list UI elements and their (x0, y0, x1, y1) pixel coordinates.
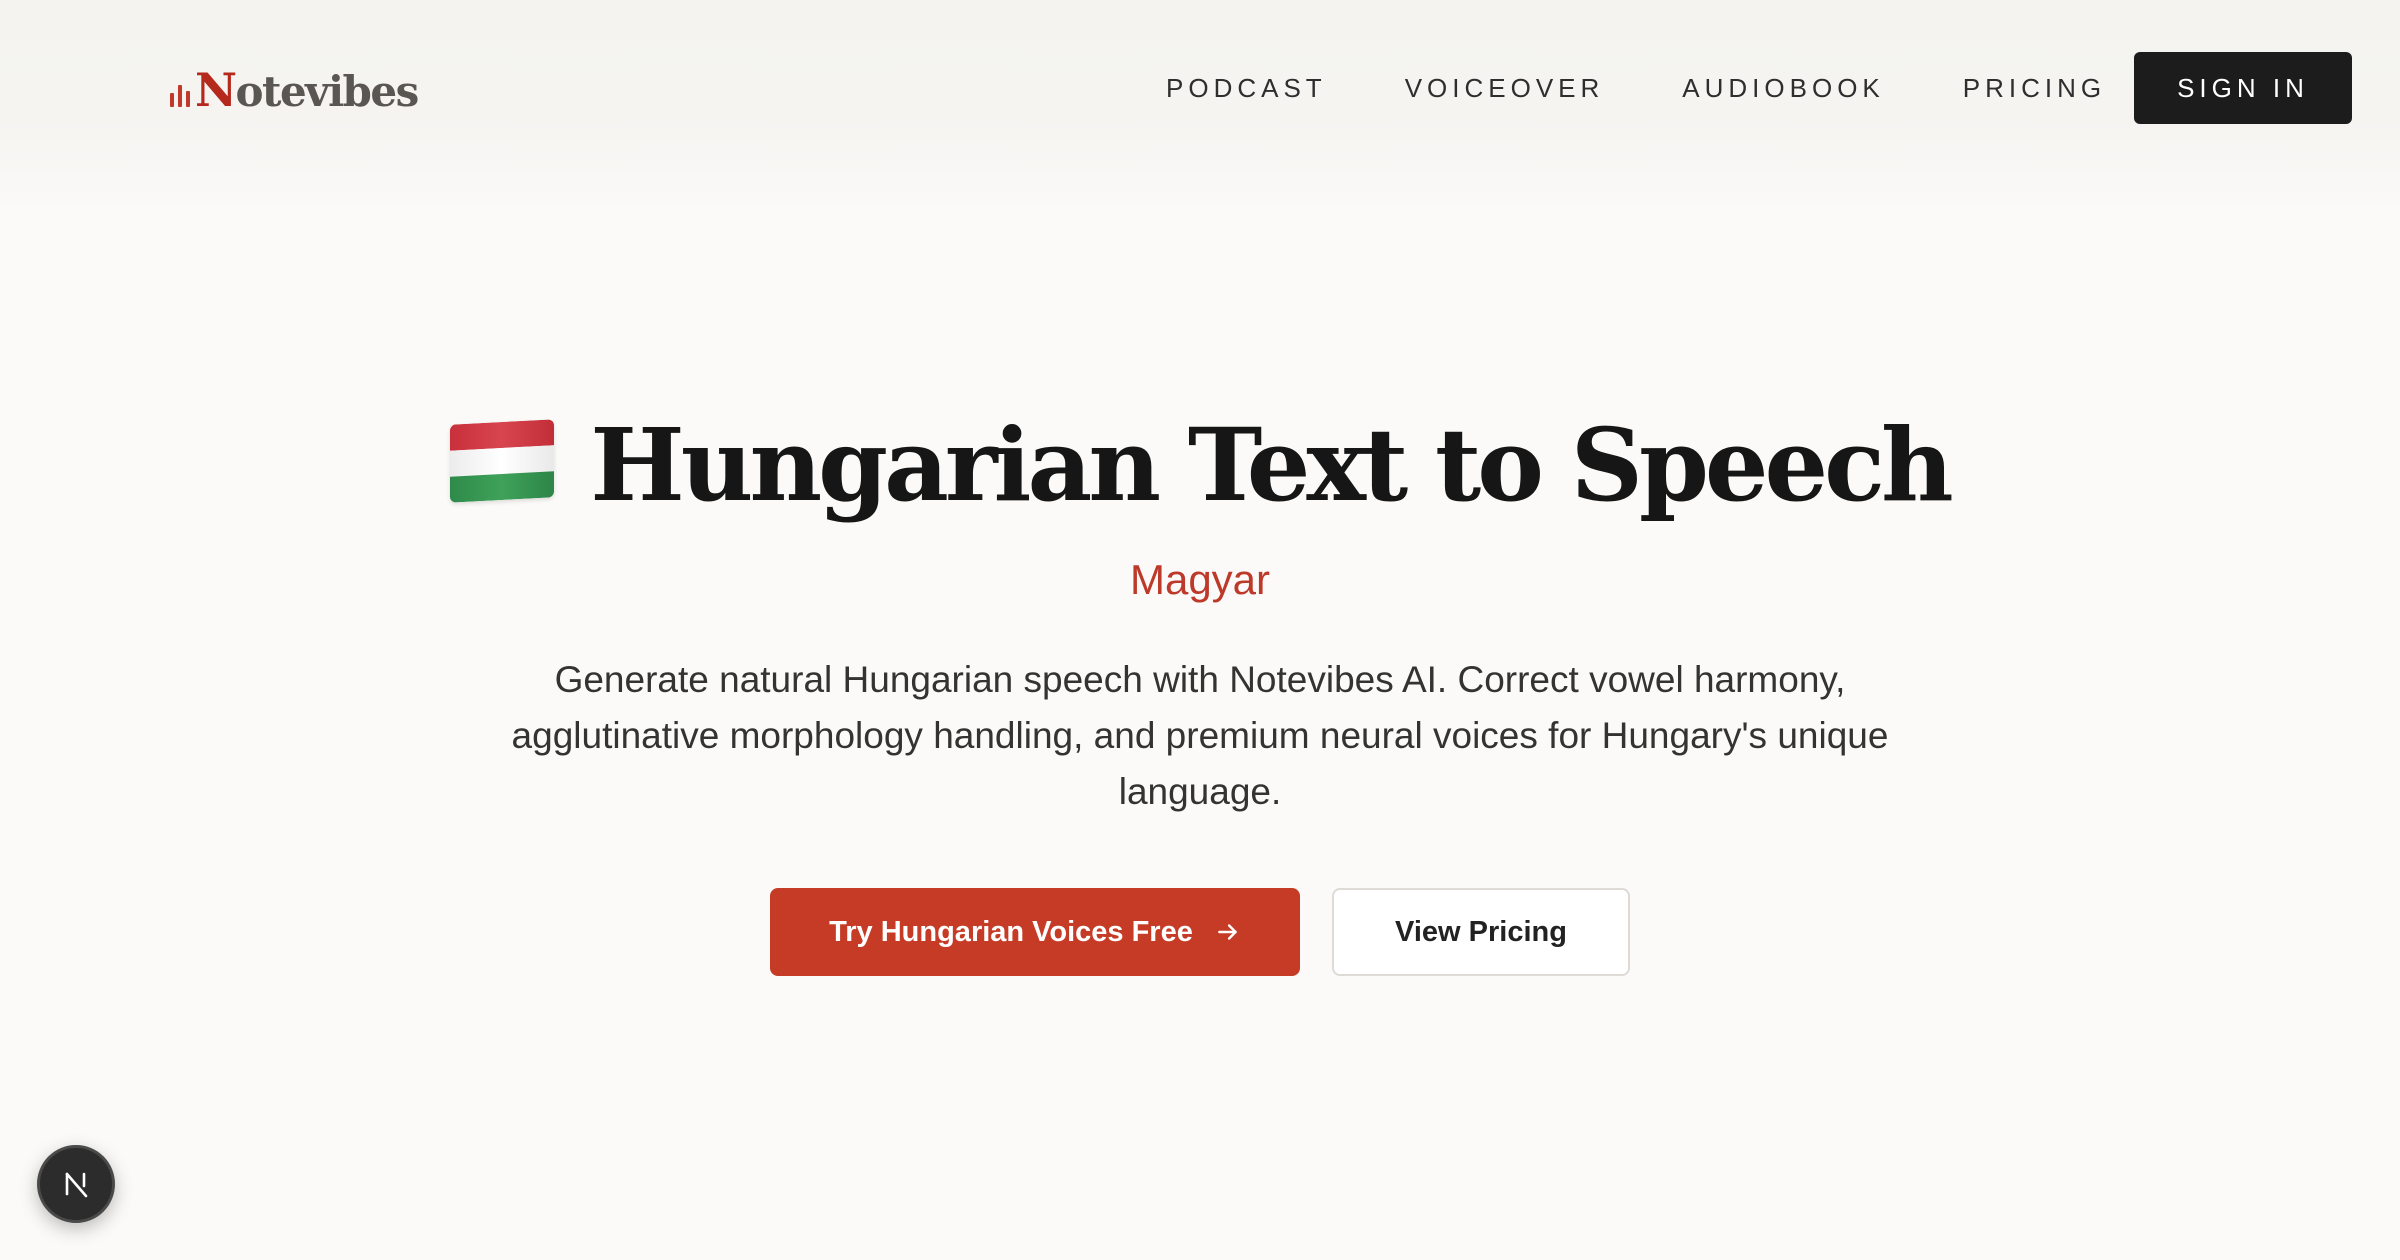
nav-link-audiobook[interactable]: AUDIOBOOK (1682, 73, 1884, 104)
main-nav: PODCAST VOICEOVER AUDIOBOOK PRICING (1166, 70, 2106, 106)
sign-in-button[interactable]: SIGN IN (2134, 52, 2352, 124)
nav-link-pricing[interactable]: PRICING (1963, 73, 2106, 104)
cta-row: Try Hungarian Voices Free View Pricing (0, 888, 2400, 976)
nav-link-voiceover[interactable]: VOICEOVER (1405, 73, 1605, 104)
sound-bars-icon (170, 81, 190, 107)
page: Notevibes PODCAST VOICEOVER AUDIOBOOK PR… (0, 0, 2400, 1260)
view-pricing-button[interactable]: View Pricing (1332, 888, 1630, 976)
nav-link-podcast[interactable]: PODCAST (1166, 73, 1327, 104)
nextjs-icon[interactable] (37, 1145, 115, 1223)
hungary-flag-icon (450, 419, 555, 503)
try-voices-label: Try Hungarian Voices Free (829, 915, 1193, 948)
hero-description: Generate natural Hungarian speech with N… (511, 659, 1889, 812)
arrow-right-icon (1215, 919, 1241, 945)
site-header: Notevibes PODCAST VOICEOVER AUDIOBOOK PR… (0, 0, 2400, 215)
page-title: Hungarian Text to Speech (590, 406, 1953, 524)
hero-heading-row: Hungarian Text to Speech (0, 400, 2400, 530)
brand-name: Notevibes (195, 63, 419, 117)
try-voices-button[interactable]: Try Hungarian Voices Free (770, 888, 1300, 976)
language-native-name: Magyar (1129, 556, 1271, 603)
brand-logo[interactable]: Notevibes (170, 62, 419, 118)
